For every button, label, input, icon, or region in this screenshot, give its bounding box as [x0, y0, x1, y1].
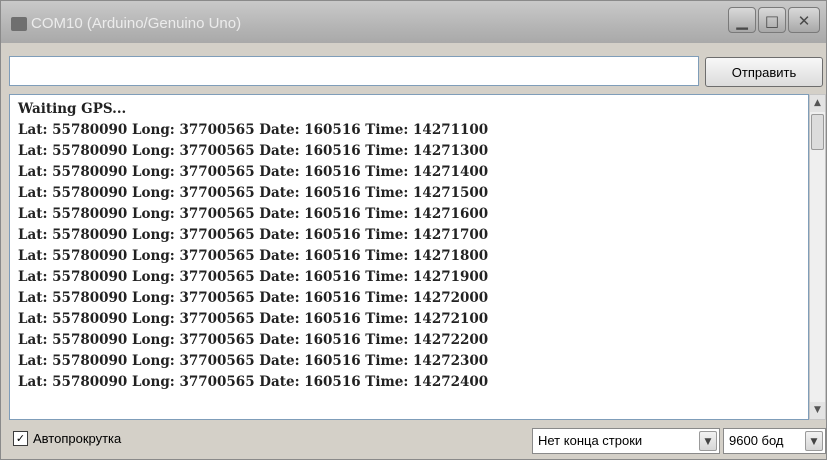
close-button[interactable]: ✕: [788, 7, 820, 33]
autoscroll-option[interactable]: ✓ Автопрокрутка: [13, 431, 121, 446]
output-line: Lat: 55780090 Long: 37700565 Date: 16051…: [18, 206, 489, 222]
vertical-scrollbar[interactable]: ▲ ▼: [809, 94, 826, 420]
output-line: Waiting GPS...: [18, 101, 127, 117]
scrollbar-thumb[interactable]: [811, 114, 824, 150]
output-line: Lat: 55780090 Long: 37700565 Date: 16051…: [18, 185, 489, 201]
chevron-down-icon[interactable]: ▼: [805, 431, 823, 451]
autoscroll-checkbox[interactable]: ✓: [13, 431, 28, 446]
line-ending-select[interactable]: Нет конца строки ▼: [532, 428, 720, 454]
send-button[interactable]: Отправить: [705, 57, 823, 87]
output-lines: Waiting GPS... Lat: 55780090 Long: 377005…: [18, 99, 488, 393]
chevron-down-icon[interactable]: ▼: [699, 431, 717, 451]
output-line: Lat: 55780090 Long: 37700565 Date: 16051…: [18, 248, 489, 264]
scroll-up-arrow-icon[interactable]: ▲: [810, 95, 825, 112]
scroll-down-arrow-icon[interactable]: ▼: [810, 402, 825, 419]
footer-bar: ✓ Автопрокрутка Нет конца строки ▼ 9600 …: [1, 425, 826, 459]
line-ending-value: Нет конца строки: [538, 433, 643, 448]
window-title: COM10 (Arduino/Genuino Uno): [31, 15, 242, 32]
serial-output[interactable]: Waiting GPS... Lat: 55780090 Long: 377005…: [9, 94, 809, 420]
output-line: Lat: 55780090 Long: 37700565 Date: 16051…: [18, 290, 489, 306]
maximize-button[interactable]: □: [758, 7, 786, 33]
baud-rate-select[interactable]: 9600 бод ▼: [723, 428, 826, 454]
minimize-button[interactable]: ▁: [728, 7, 756, 33]
output-line: Lat: 55780090 Long: 37700565 Date: 16051…: [18, 332, 489, 348]
autoscroll-label: Автопрокрутка: [33, 431, 122, 446]
output-line: Lat: 55780090 Long: 37700565 Date: 16051…: [18, 269, 489, 285]
output-line: Lat: 55780090 Long: 37700565 Date: 16051…: [18, 311, 489, 327]
serial-monitor-window: COM10 (Arduino/Genuino Uno) ▁ □ ✕ Отправ…: [0, 0, 827, 460]
baud-rate-value: 9600 бод: [729, 433, 784, 448]
output-line: Lat: 55780090 Long: 37700565 Date: 16051…: [18, 227, 489, 243]
title-bar: COM10 (Arduino/Genuino Uno) ▁ □ ✕: [1, 1, 826, 43]
window-controls: ▁ □ ✕: [728, 7, 820, 33]
output-line: Lat: 55780090 Long: 37700565 Date: 16051…: [18, 164, 489, 180]
output-line: Lat: 55780090 Long: 37700565 Date: 16051…: [18, 122, 489, 138]
send-row: Отправить: [9, 56, 823, 88]
output-line: Lat: 55780090 Long: 37700565 Date: 16051…: [18, 353, 489, 369]
output-line: Lat: 55780090 Long: 37700565 Date: 16051…: [18, 374, 489, 390]
serial-monitor-icon: [11, 17, 27, 31]
send-input[interactable]: [9, 56, 699, 86]
output-line: Lat: 55780090 Long: 37700565 Date: 16051…: [18, 143, 489, 159]
